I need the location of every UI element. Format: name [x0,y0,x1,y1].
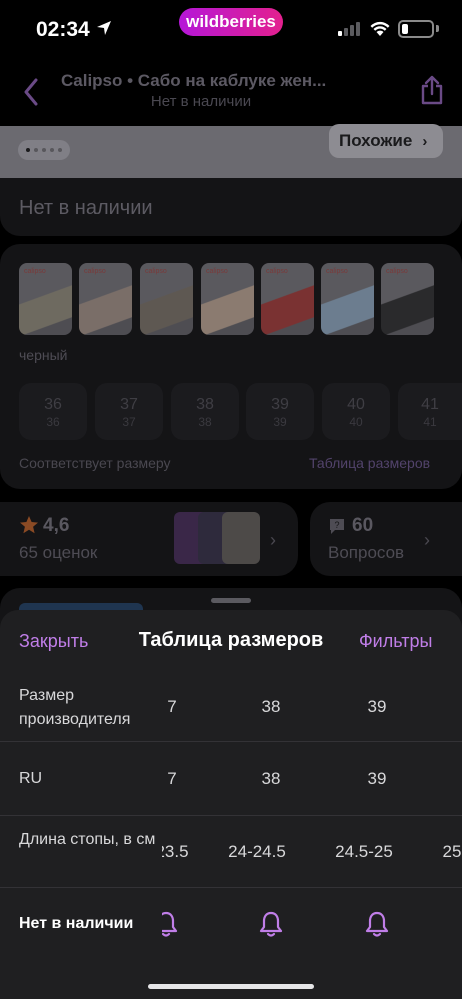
battery-icon [398,20,434,38]
rating-count: 65 оценок [19,543,98,562]
share-icon [421,75,443,105]
thumbnail-brand-label: calipso [386,268,408,275]
row-label: Длина стопы, в см [19,831,156,848]
variant-thumbnail[interactable]: calipso [261,263,314,335]
thumbnail-brand-label: calipso [84,268,106,275]
size-ru-value: 40 [349,415,363,429]
chevron-right-icon: › [424,530,430,550]
questions-label: Вопросов [328,543,405,562]
variant-thumbnail[interactable]: calipso [19,263,72,335]
wifi-icon [370,21,390,36]
size-row-ru: RU 7 38 39 [0,741,462,815]
size-ru-value: 37 [122,415,136,429]
svg-text:?: ? [334,520,339,530]
size-cell: 39 [367,697,387,716]
bell-icon[interactable] [162,910,178,938]
similar-button[interactable]: Похожие › [329,124,443,158]
size-option[interactable]: 37 37 [95,383,163,440]
back-button[interactable] [14,70,48,114]
size-ru-value: 41 [423,415,437,429]
size-row-notify: Нет в наличии [0,887,462,959]
product-header: Calipso • Сабо на каблуке жен... Нет в н… [0,56,462,126]
share-button[interactable] [414,70,450,110]
variant-thumbnail[interactable]: calipso [321,263,374,335]
row-label: Размер производителя [19,687,131,728]
out-of-stock-label: Нет в наличии [19,915,134,932]
bell-icon[interactable] [259,910,283,938]
variant-thumbnail[interactable]: calipso [201,263,254,335]
size-option[interactable]: 41 41 [398,383,462,440]
thumbnail-brand-label: calipso [266,268,288,275]
size-option[interactable]: 36 36 [19,383,87,440]
row-label: RU [19,770,43,787]
size-cell: 38 [261,697,281,716]
questions-count: 60 [352,515,374,536]
battery-tip [436,25,439,32]
chevron-right-icon: › [270,530,276,550]
size-value: 36 [44,396,62,413]
size-table-sheet: Закрыть Таблица размеров Фильтры Размер … [0,610,462,999]
size-table-link[interactable]: Таблица размеров [309,455,430,471]
size-option[interactable]: 40 40 [322,383,390,440]
bell-icon[interactable] [365,910,389,938]
size-option[interactable]: 38 38 [171,383,239,440]
status-bar: 02:34 wildberries [0,0,462,56]
selected-color-label: черный [19,347,68,363]
wildberries-badge: wildberries [179,8,283,36]
size-ru-value: 39 [273,415,287,429]
size-value: 38 [196,396,214,413]
product-title: Calipso • Сабо на каблуке жен... [61,71,327,90]
variant-thumbnail[interactable]: calipso [140,263,193,335]
question-bubble-icon: ? [330,519,344,534]
size-value: 40 [347,396,365,413]
location-arrow-icon [97,21,111,35]
size-cell: 25 [442,842,462,861]
size-cell: 24.5-25 [335,842,393,861]
size-ru-value: 38 [198,415,212,429]
size-value: 37 [120,396,138,413]
chevron-right-icon: › [422,132,428,150]
product-availability-subtitle: Нет в наличии [150,93,252,110]
thumbnail-brand-label: calipso [326,268,348,275]
questions-card[interactable] [310,502,462,576]
filters-button[interactable]: Фильтры [359,631,432,652]
chevron-left-icon [24,78,38,106]
star-icon [20,516,38,534]
size-value: 41 [421,396,439,413]
size-cell: 38 [261,769,281,788]
cellular-signal-icon [338,22,360,36]
size-row-manufacturer: Размер производителя 7 38 39 [0,673,462,741]
size-cell: 24-24.5 [228,842,286,861]
size-ru-value: 36 [46,415,60,429]
size-option[interactable]: 39 39 [246,383,314,440]
thumbnail-brand-label: calipso [24,268,46,275]
size-row-foot-length: Длина стопы, в см 23.5 24-24.5 24.5-25 2… [0,815,462,887]
gallery-pagination-dots [18,140,70,160]
similar-button-label: Похожие [339,131,413,150]
review-photo[interactable] [222,512,260,564]
thumbnail-brand-label: calipso [145,268,167,275]
size-value: 39 [271,396,289,413]
rating-value: 4,6 [43,515,70,536]
home-indicator[interactable] [148,984,314,989]
availability-text: Нет в наличии [19,197,153,219]
thumbnail-brand-label: calipso [206,268,228,275]
status-time: 02:34 [36,18,90,41]
variant-thumbnail[interactable]: calipso [79,263,132,335]
sheet-grabber[interactable] [211,598,251,603]
size-cell: 7 [167,769,177,788]
variant-thumbnail[interactable]: calipso [381,263,434,335]
size-cell: 39 [367,769,387,788]
fits-size-label: Соответствует размеру [19,455,171,471]
size-cell: 7 [167,697,177,716]
